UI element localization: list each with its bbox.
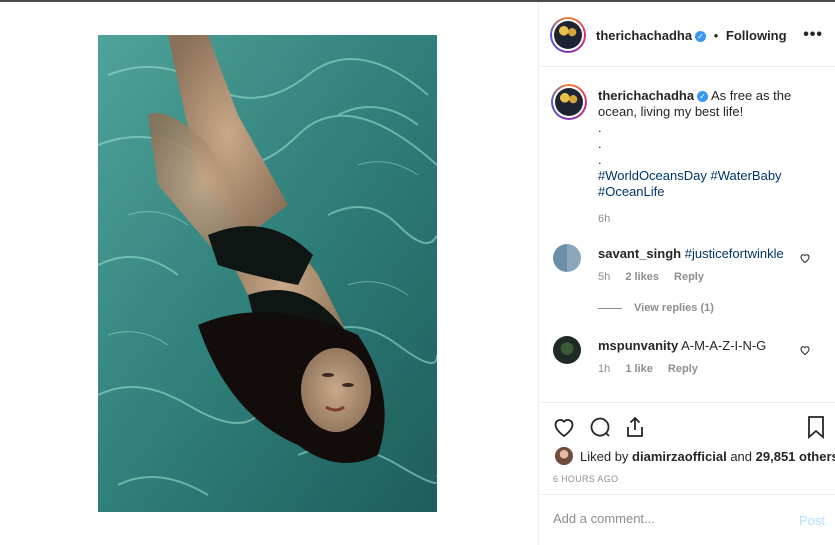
caption-dot: . [598,136,602,151]
comment-bubble-icon[interactable] [588,415,612,439]
hashtag-link[interactable]: #WorldOceansDay [598,168,707,183]
media-panel [0,2,539,545]
hashtag-link[interactable]: #OceanLife [598,184,665,199]
reply-button[interactable]: Reply [674,271,704,283]
comment-body: mspunvanity A-M-A-Z-I-N-G [598,338,798,354]
save-bookmark-icon[interactable] [804,415,828,439]
author-avatar[interactable] [550,17,586,53]
caption-time[interactable]: 6h [598,211,798,227]
liker-username[interactable]: diamirzaofficial [632,449,727,464]
comment-input[interactable] [553,511,773,526]
share-icon[interactable] [623,415,647,439]
hashtag-link[interactable]: #WaterBaby [711,168,782,183]
like-comment-heart-icon[interactable] [799,252,811,264]
caption-dot: . [598,120,602,135]
following-button[interactable]: Following [726,28,787,43]
comment-likes[interactable]: 1 like [625,363,653,375]
comment-likes[interactable]: 2 likes [625,271,659,283]
caption-text-block: therichachadha ✓ As free as the ocean, li… [598,88,798,227]
commenter-avatar[interactable] [553,244,581,272]
window-frame: therichachadha ✓ • Following ••• thericha… [0,0,835,545]
verified-badge-icon: ✓ [697,91,709,103]
caption-author-avatar[interactable] [551,84,587,120]
replies-divider-line [598,307,622,309]
commenter-username[interactable]: savant_singh [598,246,681,261]
comment-text: A-M-A-Z-I-N-G [681,338,767,353]
like-comment-heart-icon[interactable] [799,344,811,356]
more-options-icon[interactable]: ••• [803,26,823,44]
post-header: therichachadha ✓ • Following ••• [539,4,835,67]
comment-body: savant_singh #justicefortwinkle [598,246,798,262]
caption-dot: . [598,152,602,167]
comment-meta: 5h 2 likes Reply [598,271,716,283]
liker-avatar[interactable] [555,447,573,465]
post-photo-image [98,35,437,512]
post-actions: Liked by diamirzaofficial and 29,851 oth… [539,402,835,494]
comment-meta: 1h 1 like Reply [598,363,710,375]
view-replies-label: View replies (1) [634,302,714,314]
caption-username[interactable]: therichachadha [598,88,694,103]
comment-time[interactable]: 5h [598,271,610,283]
add-comment-bar: Post [539,494,835,544]
likes-connector: and [730,448,753,464]
post-photo[interactable] [98,35,437,512]
post-comment-button[interactable]: Post [799,513,825,528]
likes-prefix: Liked by [580,448,629,464]
separator-dot: • [713,28,719,43]
author-username[interactable]: therichachadha [596,28,692,43]
likes-summary: Liked by diamirzaofficial and 29,851 oth… [555,447,835,465]
verified-badge-icon: ✓ [695,31,707,43]
view-replies-button[interactable]: View replies (1) [598,302,714,314]
commenter-username[interactable]: mspunvanity [598,338,678,353]
like-heart-icon[interactable] [552,415,576,439]
post-side-panel: therichachadha ✓ • Following ••• thericha… [539,2,835,545]
post-timestamp[interactable]: 6 HOURS AGO [553,474,618,484]
comment-text[interactable]: #justicefortwinkle [685,246,784,261]
comment-time[interactable]: 1h [598,363,610,375]
likes-count[interactable]: 29,851 others [756,449,835,464]
commenter-avatar[interactable] [553,336,581,364]
reply-button[interactable]: Reply [668,363,698,375]
comments-section[interactable]: therichachadha ✓ As free as the ocean, li… [539,68,835,402]
